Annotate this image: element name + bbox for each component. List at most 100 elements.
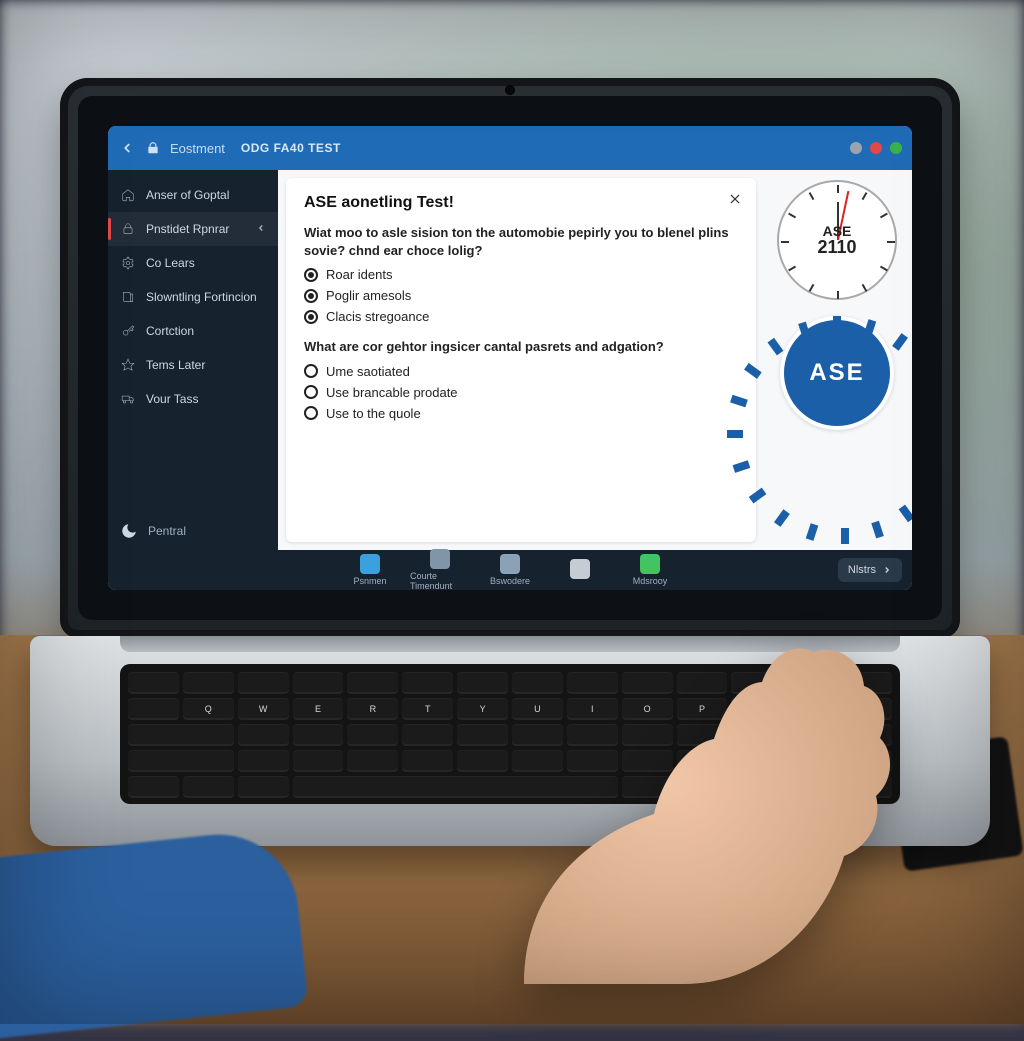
window-controls [850, 142, 902, 154]
gear-icon [120, 255, 136, 271]
ase-seal: ASE [780, 316, 894, 430]
taskbar-app-5[interactable]: Mdsrooy [620, 554, 680, 586]
sidebar-item-label: Pnstidet Rpnrar [146, 222, 229, 236]
laptop-lid: Eostment ODG FA40 TEST Ans [60, 78, 960, 638]
question-2-options: Ume saotiated Use brancable prodate Use … [304, 364, 738, 421]
webcam-icon [505, 85, 515, 95]
option-label: Clacis stregoance [326, 309, 429, 324]
option-q1-a[interactable]: Roar idents [304, 267, 738, 282]
sidebar-item-courses[interactable]: Co Lears [108, 246, 278, 280]
list-icon [500, 554, 520, 574]
taskbar-app-label: Psnmen [353, 576, 386, 586]
page-title: ODG FA40 TEST [241, 141, 341, 155]
sidebar-item-label: Cortction [146, 324, 194, 338]
taskbar-app-label: Mdsrooy [633, 576, 668, 586]
taskbar-app-3[interactable]: Bswodere [480, 554, 540, 586]
home-icon [120, 187, 136, 203]
star-icon [120, 357, 136, 373]
question-text: Wiat moo to asle sision ton the automobi… [304, 224, 738, 259]
key-q: Q [183, 698, 234, 720]
radio-icon [304, 385, 318, 399]
key-o: O [622, 698, 673, 720]
chevron-right-icon [882, 565, 892, 575]
option-label: Roar idents [326, 267, 392, 282]
card-title: ASE aonetling Test! [304, 194, 738, 212]
radio-icon [304, 406, 318, 420]
sidebar-item-overview[interactable]: Anser of Goptal [108, 178, 278, 212]
option-label: Use to the quole [326, 406, 421, 421]
key-icon [120, 323, 136, 339]
option-q2-c[interactable]: Use to the quole [304, 406, 738, 421]
radio-icon [304, 364, 318, 378]
sidebar-item-study[interactable]: Slowntling Fortincion [108, 280, 278, 314]
key-u: U [512, 698, 563, 720]
clock-label-2: 2110 [817, 238, 856, 256]
moon-icon [120, 522, 138, 540]
key-r: R [347, 698, 398, 720]
book-icon [120, 289, 136, 305]
key-e: E [293, 698, 344, 720]
next-label: Nlstrs [848, 564, 876, 576]
option-label: Use brancable prodate [326, 385, 458, 400]
timer-clock: ASE 2110 [777, 180, 897, 300]
question-text: What are cor gehtor ingsicer cantal pasr… [304, 338, 738, 356]
chat-icon [640, 554, 660, 574]
chevron-left-icon [120, 141, 134, 155]
next-button[interactable]: Nlstrs [838, 558, 902, 582]
option-label: Poglir amesols [326, 288, 411, 303]
clock-label-1: ASE [823, 224, 852, 238]
minimize-icon[interactable] [850, 142, 862, 154]
option-label: Ume saotiated [326, 364, 410, 379]
taskbar-app-1[interactable]: Psnmen [340, 554, 400, 586]
option-q1-c[interactable]: Clacis stregoance [304, 309, 738, 324]
keyboard: Q W E R T Y U I O P [120, 664, 900, 804]
sidebar-item-label: Slowntling Fortincion [146, 290, 257, 304]
seal-label: ASE [809, 359, 864, 387]
key-w: W [238, 698, 289, 720]
option-q2-a[interactable]: Ume saotiated [304, 364, 738, 379]
sidebar: Anser of Goptal Pnstidet Rpnrar Co Lears [108, 170, 278, 550]
taskbar-app-label: Courte Timendunt [410, 571, 470, 590]
sidebar-item-practice[interactable]: Pnstidet Rpnrar [108, 212, 278, 246]
app-body: Anser of Goptal Pnstidet Rpnrar Co Lears [108, 170, 912, 550]
app-screen: Eostment ODG FA40 TEST Ans [108, 126, 912, 590]
taskbar-app-2[interactable]: Courte Timendunt [410, 549, 470, 590]
lock-icon [146, 141, 160, 155]
laptop-base: Q W E R T Y U I O P [30, 636, 990, 846]
back-button[interactable] [118, 139, 136, 157]
hinge [120, 636, 900, 652]
option-q1-b[interactable]: Poglir amesols [304, 288, 738, 303]
sidebar-item-label: Anser of Goptal [146, 188, 229, 202]
clock-label: ASE 2110 [779, 182, 895, 298]
taskbar-app-4[interactable] [550, 559, 610, 581]
sidebar-item-correction[interactable]: Cortction [108, 314, 278, 348]
question-card: ASE aonetling Test! Wiat moo to asle sis… [286, 178, 756, 542]
titlebar: Eostment ODG FA40 TEST [108, 126, 912, 170]
right-rail: ASE 2110 [762, 170, 912, 550]
close-icon [728, 192, 742, 206]
lock-icon [120, 221, 136, 237]
key-y: Y [457, 698, 508, 720]
taskbar-app-label: Bswodere [490, 576, 530, 586]
pin-icon [570, 559, 590, 579]
sidebar-item-later[interactable]: Tems Later [108, 348, 278, 382]
chevron-left-icon [256, 222, 266, 236]
radio-icon [304, 268, 318, 282]
screen-bezel: Eostment ODG FA40 TEST Ans [78, 96, 942, 620]
sidebar-item-label: Co Lears [146, 256, 195, 270]
breadcrumb[interactable]: Eostment [170, 141, 225, 156]
radio-icon [304, 310, 318, 324]
sidebar-footer[interactable]: Pentral [108, 512, 278, 550]
content: ASE aonetling Test! Wiat moo to asle sis… [278, 170, 912, 550]
close-card-button[interactable] [724, 188, 746, 210]
sidebar-item-your-tests[interactable]: Vour Tass [108, 382, 278, 416]
folder-icon [360, 554, 380, 574]
key-i: I [567, 698, 618, 720]
key-p: P [677, 698, 728, 720]
maximize-icon[interactable] [890, 142, 902, 154]
radio-icon [304, 289, 318, 303]
option-q2-b[interactable]: Use brancable prodate [304, 385, 738, 400]
sidebar-footer-label: Pentral [148, 524, 186, 538]
close-icon[interactable] [870, 142, 882, 154]
key-t: T [402, 698, 453, 720]
